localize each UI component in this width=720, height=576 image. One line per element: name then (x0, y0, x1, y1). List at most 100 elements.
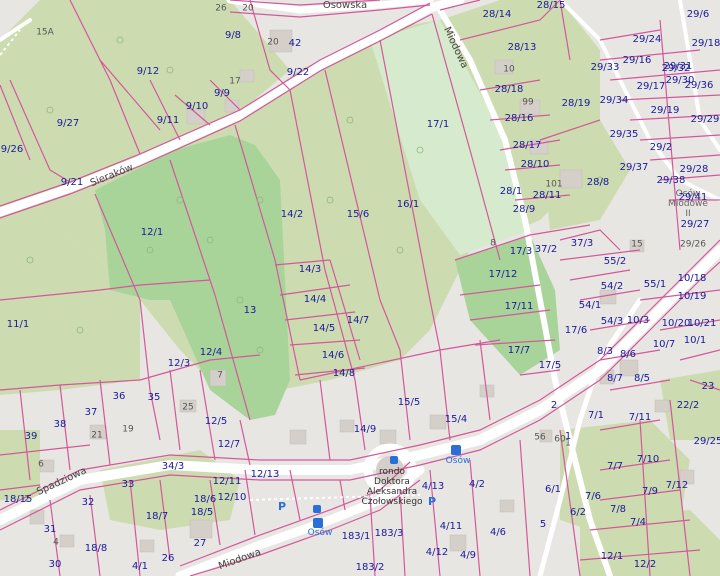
parcel-label: 29/26 (680, 239, 706, 250)
parcel-label: 37/3 (570, 238, 594, 249)
parcel-label: 7/10 (636, 454, 660, 465)
parcel-label: 54/3 (600, 316, 624, 327)
parcel-label: 29/28 (679, 164, 709, 175)
parcel-label: 9/21 (60, 177, 84, 188)
parcel-label: 18/6 (193, 494, 217, 505)
parcel-label: 28/18 (494, 84, 524, 95)
parcel-label: 9/26 (0, 144, 24, 155)
parcel-label: 55/1 (643, 279, 667, 290)
parcel-label: 26 (215, 3, 227, 14)
parcel-label: 7/6 (584, 491, 602, 502)
map-view[interactable]: P P Osowska Miodowa Sieraków Spadziowa M… (0, 0, 720, 576)
bus-stop-label[interactable]: Osów (446, 456, 471, 467)
parcel-label: 23 (701, 381, 715, 392)
parcel-label: 28/8 (586, 177, 610, 188)
parcel-label: 14/6 (321, 350, 345, 361)
parcel-label: 27 (193, 538, 207, 549)
parcel-label: 4/13 (421, 481, 445, 492)
parcel-label: 22/2 (676, 400, 700, 411)
parcel-label: 6/1 (544, 484, 562, 495)
parcel-label: 12/13 (250, 469, 280, 480)
parcel-label: 38 (53, 419, 67, 430)
parcel-label: 20 (267, 37, 279, 48)
parcel-label: 28/10 (520, 159, 550, 170)
parcel-label: 29/36 (684, 80, 714, 91)
parcel-label: 2 (550, 400, 558, 411)
parcel-label: 29/19 (650, 105, 680, 116)
parcel-label: 15A (36, 27, 54, 38)
parcel-label: 4/12 (425, 547, 449, 558)
parcel-label: 9/27 (56, 118, 80, 129)
parcel-label: 28/19 (561, 98, 591, 109)
parcel-label: 183/1 (341, 531, 371, 542)
parcel-label: 28/14 (482, 9, 512, 20)
parcel-label: 21 (91, 430, 103, 441)
parcel-label: 10/18 (677, 273, 707, 284)
parcel-label: 29/27 (680, 219, 710, 230)
parcel-label: 15/5 (397, 397, 421, 408)
parcel-label: 13 (243, 305, 257, 316)
parcel-label: 54/2 (600, 281, 624, 292)
parcel-label: 28/16 (504, 113, 534, 124)
parcel-label: 4 (53, 537, 59, 548)
parcel-label: 17/6 (564, 325, 588, 336)
parcel-label: 4/11 (439, 521, 463, 532)
parcel-label: 7/12 (665, 480, 689, 491)
parcel-label: 99 (522, 97, 534, 108)
parcel-label: 35 (147, 392, 161, 403)
parcel-label: 12/10 (217, 492, 247, 503)
parcel-label: 15 (631, 239, 643, 250)
parcel-label: 7/11 (628, 412, 652, 423)
parcel-label: 29/31 (663, 61, 693, 72)
parcel-label: 17/12 (488, 269, 518, 280)
parcel-label: 10 (503, 64, 515, 75)
parcel-label: 10/19 (677, 291, 707, 302)
parcel-label: 29/6 (686, 9, 710, 20)
street-label-osowska: Osowska (322, 0, 368, 11)
parcel-label: 37 (84, 407, 98, 418)
parcel-label: 14/8 (332, 368, 356, 379)
parcel-label: 9/11 (156, 115, 180, 126)
parcel-label: 29/16 (622, 55, 652, 66)
parcel-label: 29/29 (690, 114, 720, 125)
parcel-label: 17/5 (538, 360, 562, 371)
parcel-label: 10/21 (687, 318, 717, 329)
parcel-label: 12/3 (167, 358, 191, 369)
parcel-label: 28/17 (512, 140, 542, 151)
parcel-label: 12/2 (633, 559, 657, 570)
parcel-label: 29/25 (693, 436, 720, 447)
parcel-label: 10/1 (683, 335, 707, 346)
parcel-label: 15/6 (346, 209, 370, 220)
parcel-label: 28/11 (532, 190, 562, 201)
parcel-label: 101 (545, 179, 563, 190)
parcel-label: 29/41 (678, 192, 708, 203)
parcel-label: 29/33 (590, 62, 620, 73)
parcel-label: 10/20 (661, 318, 691, 329)
parcel-label: 12/1 (600, 551, 624, 562)
parcel-label: 8/6 (619, 349, 637, 360)
parcel-label: 28/13 (507, 42, 537, 53)
parcel-label: 8/5 (633, 373, 651, 384)
bus-stop-label[interactable]: Osów (308, 528, 333, 539)
parcel-label: 4/1 (131, 561, 149, 572)
parcel-label: 12/4 (199, 347, 223, 358)
parcel-label: 37/2 (534, 244, 558, 255)
parcel-label: 29/38 (656, 175, 686, 186)
parcel-label: 19 (122, 424, 134, 435)
parcel-label: 28/1 (499, 186, 523, 197)
parcel-label: 12/1 (140, 227, 164, 238)
parcel-label: 29/24 (632, 34, 662, 45)
parcel-label: 183/2 (355, 562, 385, 573)
parcel-label: 12/5 (204, 416, 228, 427)
parcel-label: 12/7 (217, 439, 241, 450)
parcel-label: 2 (24, 494, 30, 505)
parcel-label: 183/3 (374, 528, 404, 539)
parcel-label: 8 (490, 238, 496, 249)
parcel-label: 9/10 (185, 101, 209, 112)
parcel-label: 36 (112, 391, 126, 402)
parcel-label: 14/4 (303, 294, 327, 305)
parcel-label: 55/2 (603, 256, 627, 267)
parcel-label: 7 (217, 370, 223, 381)
parcel-label: 20 (242, 3, 254, 14)
parcel-label: 17 (229, 76, 241, 87)
